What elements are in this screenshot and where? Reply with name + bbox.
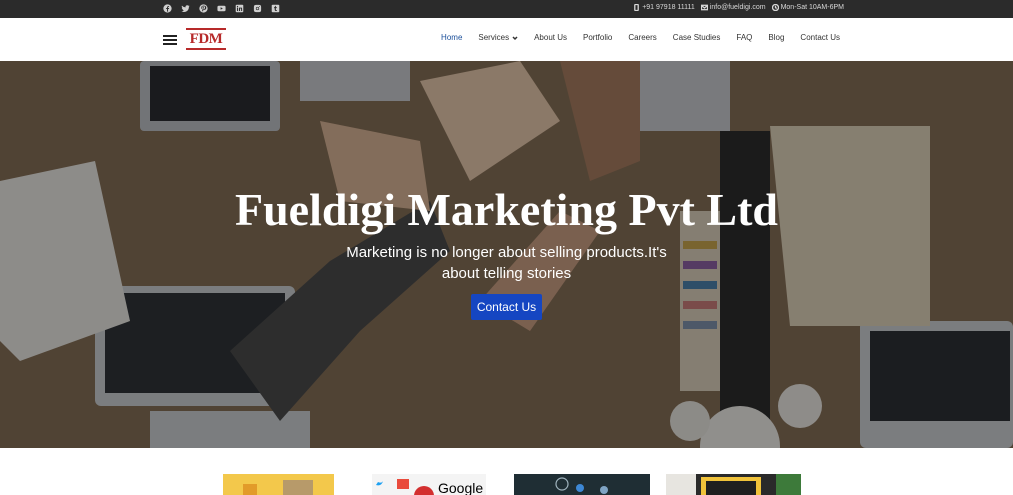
nav-careers[interactable]: Careers [628, 33, 656, 42]
social-links [162, 3, 280, 13]
nav-services-label: Services [478, 33, 510, 42]
nav-services[interactable]: Services [478, 33, 518, 42]
pinterest-icon[interactable] [198, 3, 208, 13]
service-thumbnail-3[interactable] [514, 474, 650, 495]
nav-portfolio[interactable]: Portfolio [583, 33, 612, 42]
tumblr-icon[interactable] [270, 3, 280, 13]
hero-banner: Fueldigi Marketing Pvt Ltd Marketing is … [0, 61, 1013, 448]
nav-about-us[interactable]: About Us [534, 33, 567, 42]
phone-text: +91 97918 11111 [642, 4, 695, 11]
phone-icon [634, 4, 640, 11]
phone-contact[interactable]: +91 97918 11111 [633, 4, 695, 11]
service-thumbnail-4[interactable] [666, 474, 801, 495]
instagram-icon[interactable] [252, 3, 262, 13]
services-thumbnails: Google [0, 448, 1013, 495]
contact-info: +91 97918 11111 info@fueldigi.com Mon-Sa… [633, 4, 844, 11]
main-nav: Home Services About Us Portfolio Careers… [441, 33, 840, 42]
hero-subtitle: Marketing is no longer about selling pro… [346, 244, 667, 282]
linkedin-icon[interactable] [234, 3, 244, 13]
logo-text: FDM [186, 28, 226, 47]
service-thumbnail-2[interactable]: Google [372, 474, 486, 495]
facebook-icon[interactable] [162, 3, 172, 13]
nav-faq[interactable]: FAQ [736, 33, 752, 42]
nav-contact-us[interactable]: Contact Us [800, 33, 840, 42]
service-thumbnail-1[interactable] [223, 474, 334, 495]
nav-case-studies[interactable]: Case Studies [673, 33, 721, 42]
hero-title: Fueldigi Marketing Pvt Ltd [234, 184, 779, 235]
nav-blog[interactable]: Blog [768, 33, 784, 42]
nav-home[interactable]: Home [441, 33, 462, 42]
mail-icon [700, 4, 708, 11]
chevron-down-icon [512, 35, 518, 40]
contact-us-button[interactable]: Contact Us [471, 294, 542, 320]
clock-icon [771, 4, 779, 11]
hamburger-menu-icon[interactable] [163, 35, 177, 45]
top-bar: +91 97918 11111 info@fueldigi.com Mon-Sa… [0, 0, 1013, 18]
site-header: FDM Home Services About Us Portfolio Car… [0, 18, 1013, 61]
google-logo-text: Google [438, 480, 484, 495]
twitter-icon[interactable] [180, 3, 190, 13]
youtube-icon[interactable] [216, 3, 226, 13]
hours-info: Mon-Sat 10AM-6PM [771, 4, 844, 11]
email-contact[interactable]: info@fueldigi.com [700, 4, 766, 11]
email-text: info@fueldigi.com [709, 4, 766, 11]
site-logo[interactable]: FDM [186, 28, 226, 52]
hours-text: Mon-Sat 10AM-6PM [780, 4, 844, 11]
